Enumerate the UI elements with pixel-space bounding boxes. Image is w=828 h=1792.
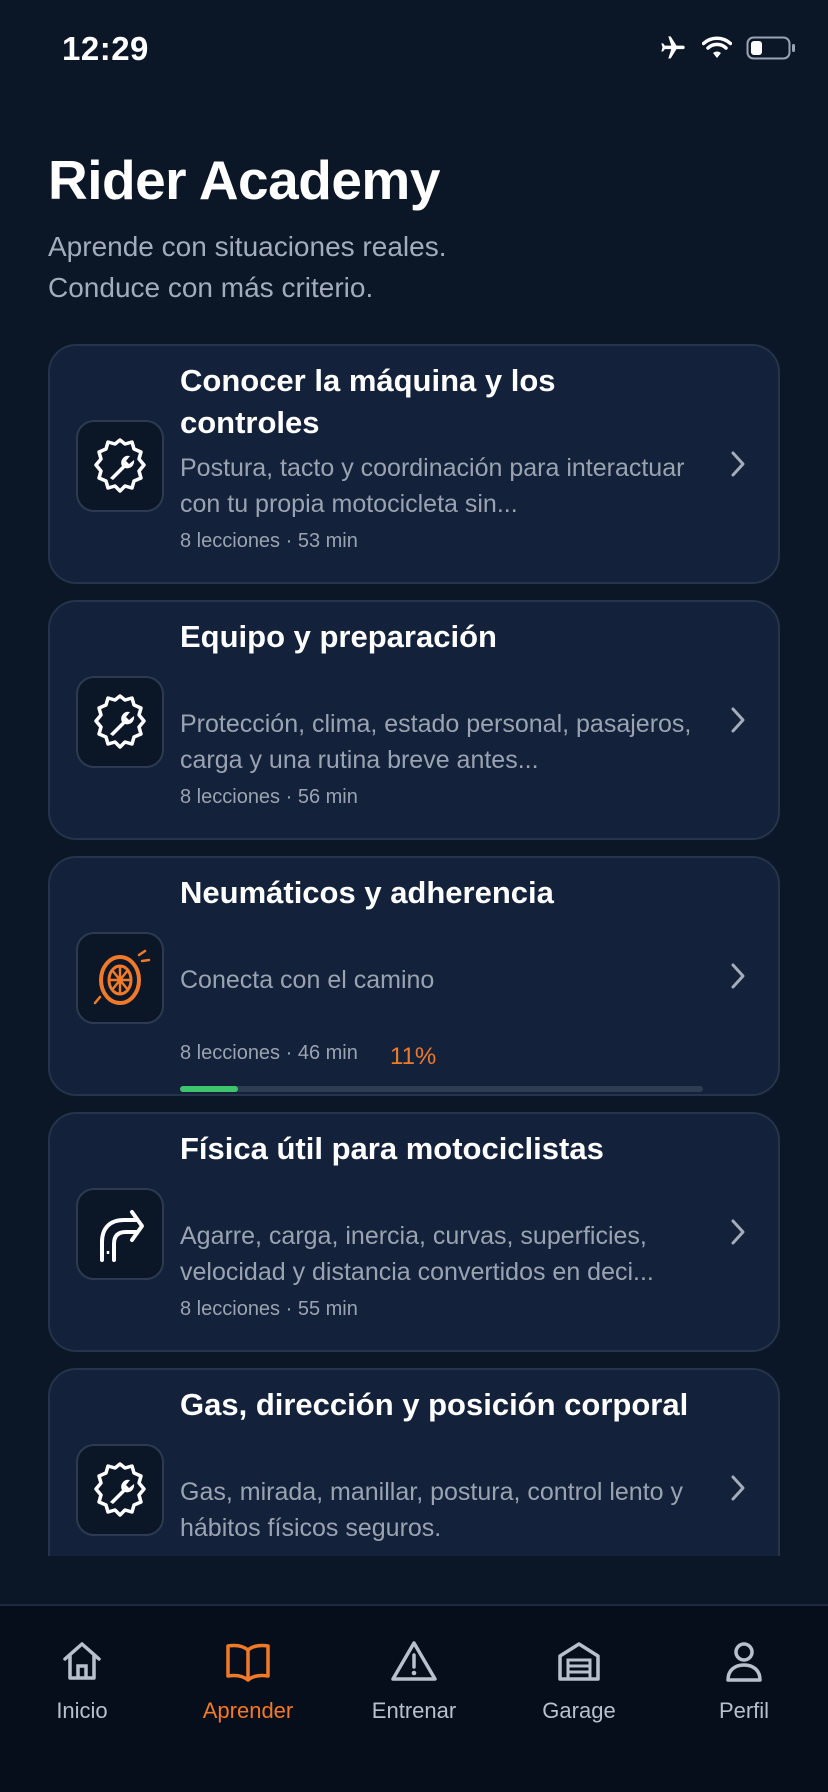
course-title: Física útil para motociclistas <box>180 1131 604 1166</box>
airplane-mode-icon <box>658 34 688 62</box>
course-meta: 8 lecciones · 56 min <box>180 786 358 808</box>
tab-bar: Inicio Aprender Entrenar Garage Perfil <box>0 1604 828 1792</box>
tab-perfil[interactable]: Perfil <box>674 1636 814 1724</box>
wifi-icon <box>702 36 732 60</box>
course-title: Gas, dirección y posición corporal <box>180 1387 689 1422</box>
course-description: Postura, tacto y coordinación para inter… <box>180 454 685 518</box>
chevron-right-icon <box>728 448 748 485</box>
course-meta: 8 lecciones · 53 min <box>180 530 358 552</box>
progress-percent: 11% <box>390 1043 437 1070</box>
tab-garage[interactable]: Garage <box>509 1636 649 1724</box>
chevron-right-icon <box>728 1472 748 1509</box>
course-title: Equipo y preparación <box>180 619 497 654</box>
tab-inicio[interactable]: Inicio <box>12 1636 152 1724</box>
subtitle-line-1: Aprende con situaciones reales. <box>48 231 447 262</box>
book-icon <box>178 1636 318 1686</box>
course-card-fisica-util[interactable]: Física útil para motociclistas Agarre, c… <box>48 1112 780 1352</box>
gear-wrench-icon <box>76 676 164 768</box>
chevron-right-icon <box>728 1216 748 1253</box>
curve-arrow-icon <box>76 1188 164 1280</box>
page-header: Rider Academy Aprende con situaciones re… <box>48 148 788 308</box>
tab-label: Entrenar <box>371 1698 457 1723</box>
status-time: 12:29 <box>62 30 149 67</box>
battery-icon <box>746 36 796 60</box>
chevron-right-icon <box>728 704 748 741</box>
course-title: Conocer la máquina y los controles <box>180 363 556 440</box>
warning-icon <box>344 1636 484 1686</box>
course-card-neumaticos-adherencia[interactable]: Neumáticos y adherencia Conecta con el c… <box>48 856 780 1096</box>
status-bar: 12:29 <box>0 0 828 100</box>
tab-label: Perfil <box>718 1698 770 1723</box>
course-meta: 8 lecciones · 46 min <box>180 1042 358 1064</box>
tab-label: Inicio <box>56 1698 108 1723</box>
course-meta: 8 lecciones · 55 min <box>180 1298 358 1320</box>
home-icon <box>12 1636 152 1686</box>
page-title: Rider Academy <box>48 149 440 211</box>
tab-label: Garage <box>542 1698 616 1723</box>
progress-bar-fill <box>180 1086 238 1092</box>
progress-bar <box>180 1086 703 1092</box>
tire-icon <box>76 932 164 1024</box>
course-card-maquina-controles[interactable]: Conocer la máquina y los controles Postu… <box>48 344 780 584</box>
tab-label: Aprender <box>202 1698 294 1723</box>
subtitle-line-2: Conduce con más criterio. <box>48 272 374 303</box>
course-description: Protección, clima, estado personal, pasa… <box>180 710 692 774</box>
tab-aprender[interactable]: Aprender <box>178 1636 318 1724</box>
course-description: Agarre, carga, inercia, curvas, superfic… <box>180 1222 654 1286</box>
status-icons <box>658 34 796 62</box>
course-title: Neumáticos y adherencia <box>180 875 554 910</box>
gear-wrench-icon <box>76 420 164 512</box>
page-subtitle: Aprende con situaciones reales. Conduce … <box>48 226 788 308</box>
course-card-gas-direccion[interactable]: Gas, dirección y posición corporal Gas, … <box>48 1368 780 1556</box>
course-card-equipo-preparacion[interactable]: Equipo y preparación Protección, clima, … <box>48 600 780 840</box>
course-list: Conocer la máquina y los controles Postu… <box>48 344 780 1556</box>
course-description: Conecta con el camino <box>180 966 435 994</box>
course-description: Gas, mirada, manillar, postura, control … <box>180 1478 684 1542</box>
garage-icon <box>509 1636 649 1686</box>
chevron-right-icon <box>728 960 748 997</box>
gear-wrench-icon <box>76 1444 164 1536</box>
person-icon <box>674 1636 814 1686</box>
tab-entrenar[interactable]: Entrenar <box>344 1636 484 1724</box>
